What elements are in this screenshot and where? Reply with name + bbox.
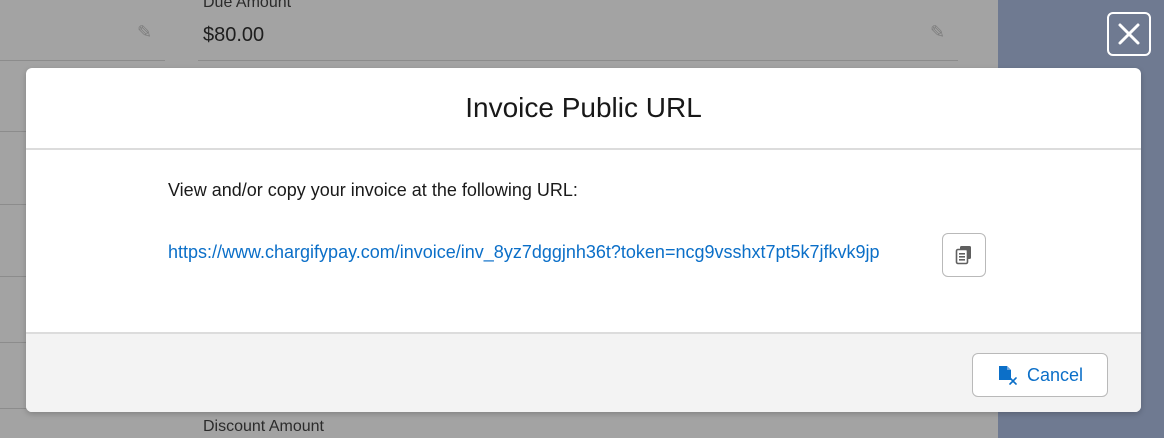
modal-body: View and/or copy your invoice at the fol…	[26, 150, 1141, 334]
modal-footer: Cancel	[26, 334, 1141, 412]
due-amount-value: $80.00	[203, 24, 265, 46]
bg-divider	[0, 204, 26, 205]
bg-divider	[0, 408, 26, 409]
pencil-icon: ✎	[137, 22, 153, 42]
cancel-label: Cancel	[1026, 364, 1084, 385]
copy-url-button[interactable]	[942, 233, 986, 277]
modal-title: Invoice Public URL	[465, 92, 702, 123]
close-icon	[1118, 23, 1140, 45]
cancel-button[interactable]: Cancel	[972, 353, 1108, 397]
bg-divider	[0, 342, 26, 343]
modal-header: Invoice Public URL	[26, 68, 1141, 150]
invoice-url-link[interactable]: https://www.chargifypay.com/invoice/inv_…	[168, 242, 880, 263]
copy-icon	[955, 246, 971, 265]
pencil-icon: ✎	[930, 22, 946, 42]
bg-divider	[0, 276, 26, 277]
invoice-url-modal: Invoice Public URL View and/or copy your…	[26, 68, 1141, 412]
intro-text: View and/or copy your invoice at the fol…	[168, 180, 578, 200]
bg-divider	[0, 131, 26, 132]
bg-field-due-amount	[198, 0, 958, 61]
close-button[interactable]	[1107, 12, 1151, 56]
cancel-document-icon	[998, 366, 1017, 385]
discount-amount-label: Discount Amount	[203, 418, 324, 435]
due-amount-label: Due Amount	[203, 0, 292, 11]
